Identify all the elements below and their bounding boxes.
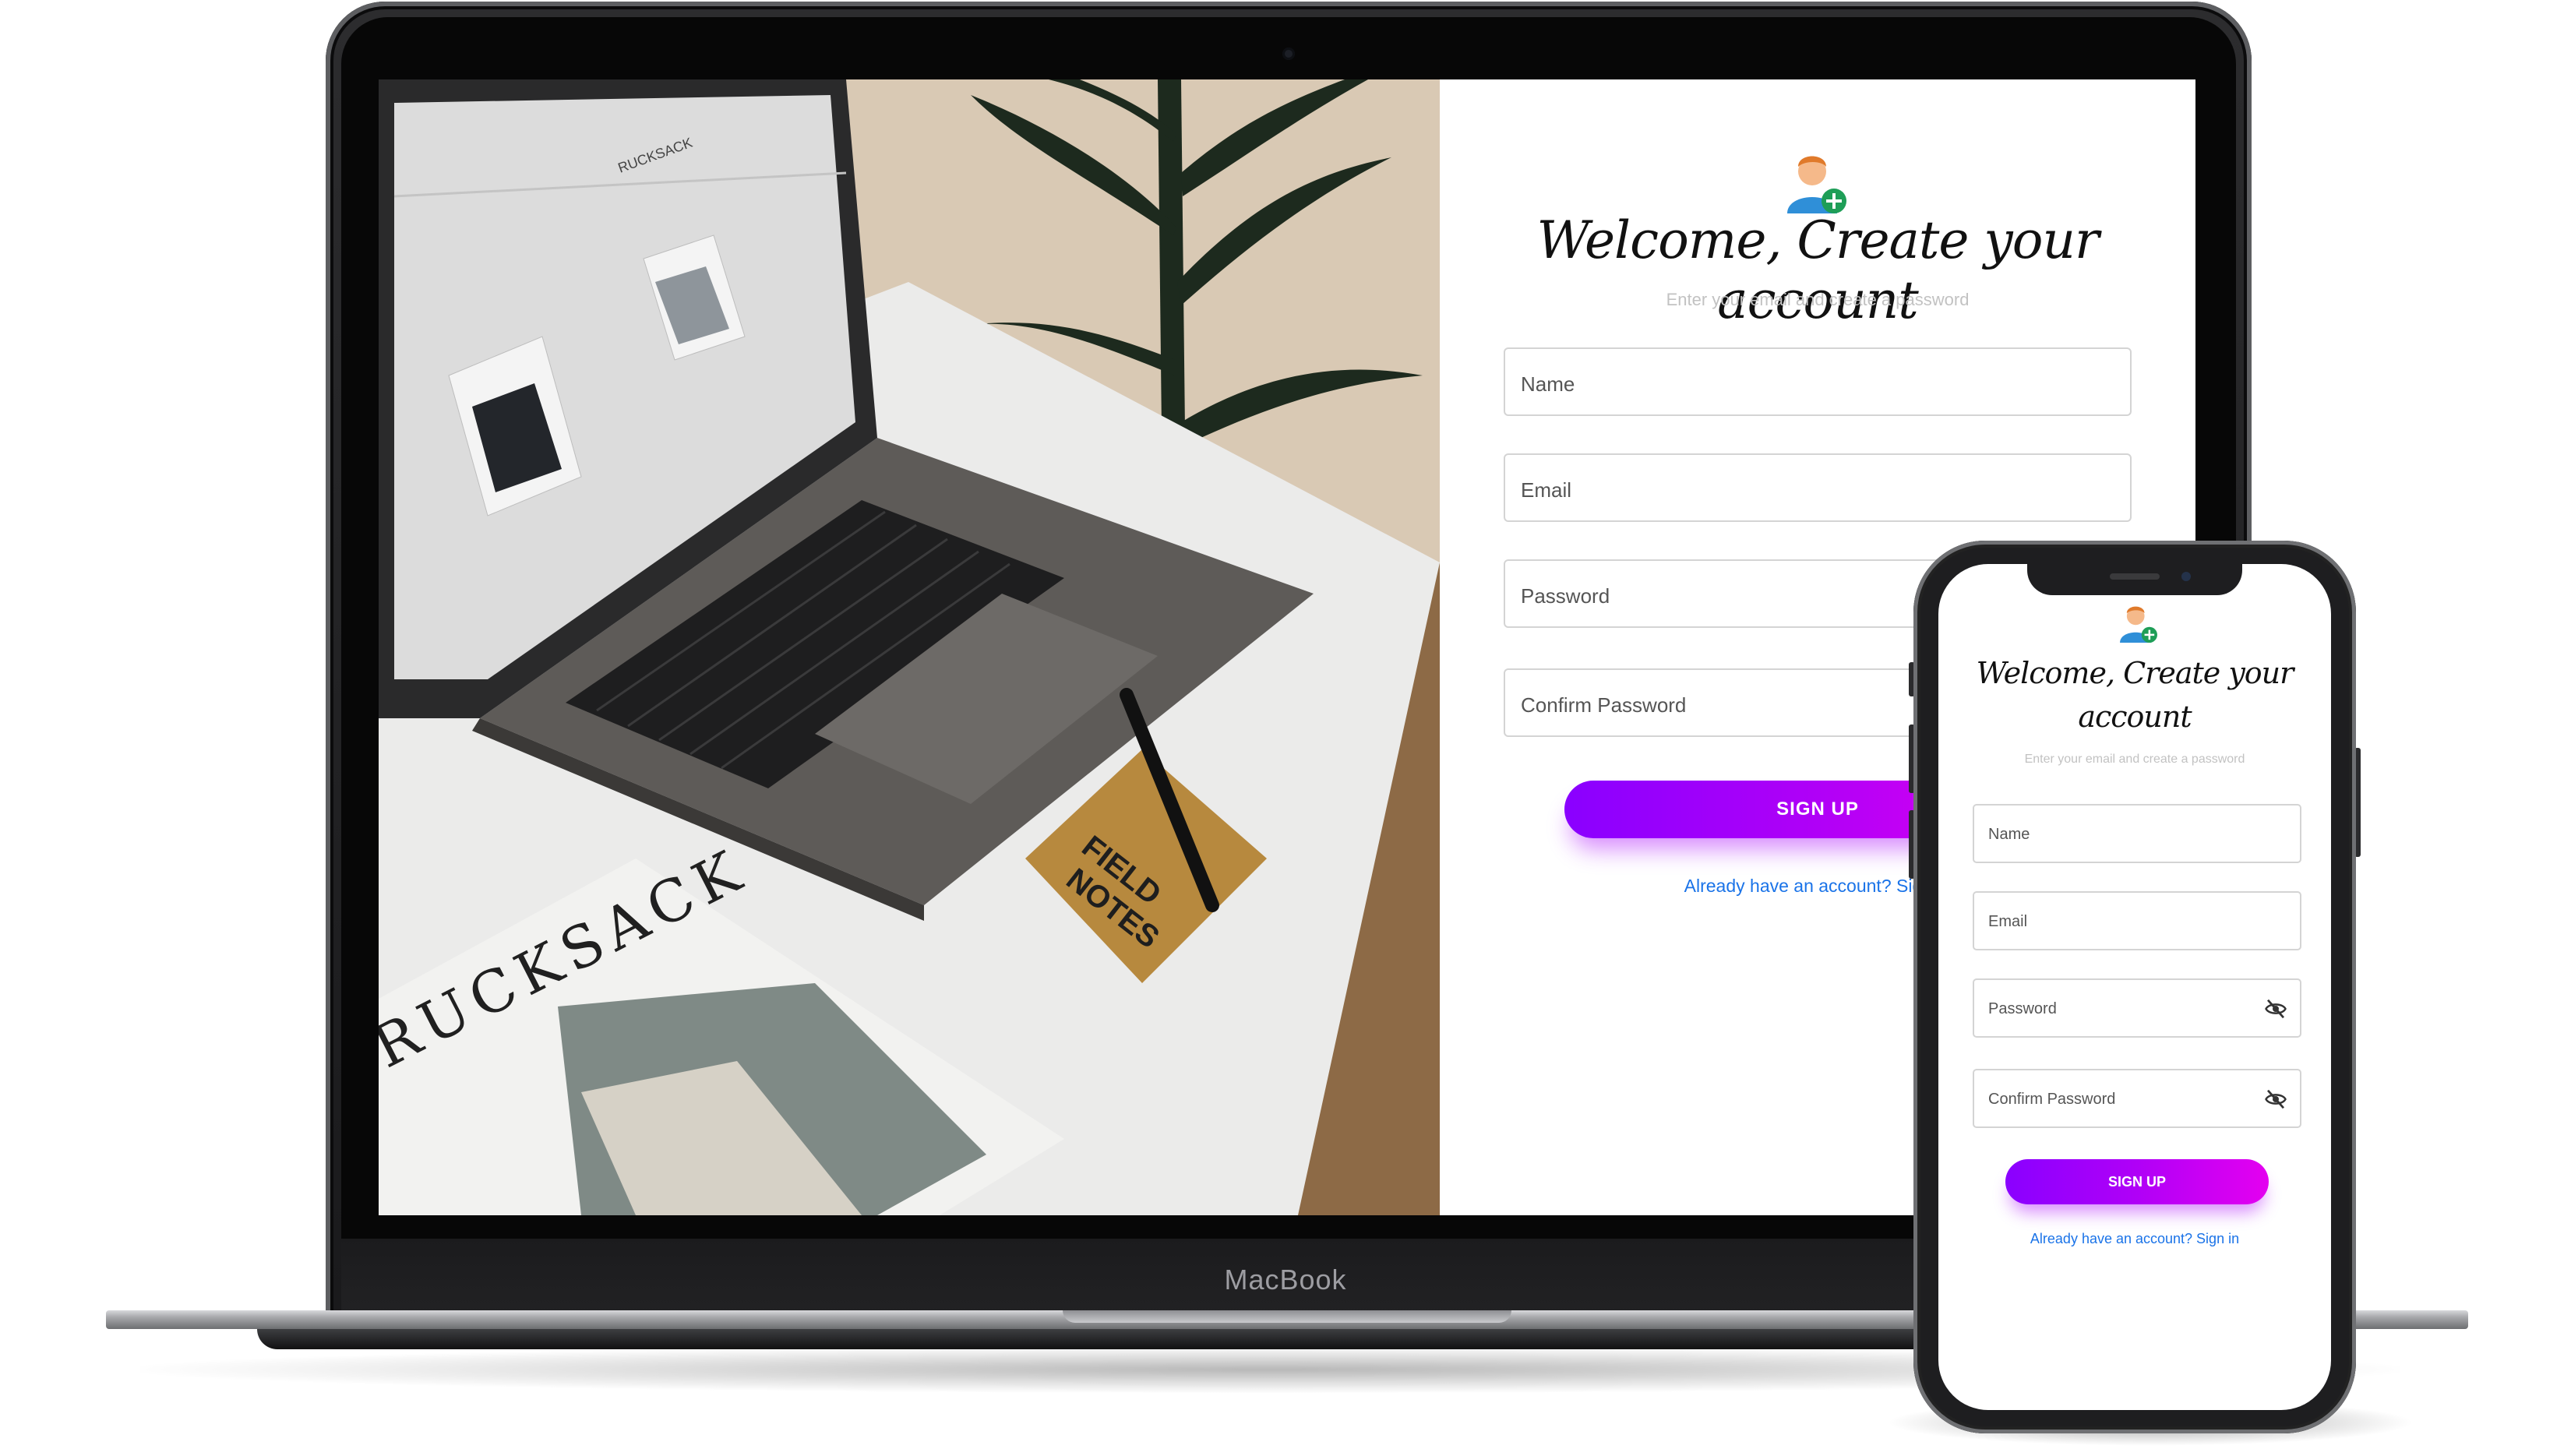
hero-photo: RUCKSACK FIELD NOTES RUCKSACK [379,79,1440,1215]
laptop-camera [1282,48,1295,60]
phone-notch [2027,564,2242,595]
user-add-icon [2120,606,2157,643]
page-title-line2: account [2078,700,2192,734]
signin-link[interactable]: Already have an account? Sign in [1938,1231,2331,1247]
hero-photo-illustration: RUCKSACK FIELD NOTES RUCKSACK [379,79,1440,1215]
page-title: Welcome, Create your account [1536,210,2099,330]
email-placeholder: Email [1988,913,2028,930]
email-field[interactable]: Email [1504,453,2132,522]
laptop-brand-label: MacBook [1224,1264,1347,1296]
confirm-password-placeholder: Confirm Password [1521,693,1687,717]
laptop-hinge-notch [1063,1310,1511,1323]
password-placeholder: Password [1521,584,1610,608]
confirm-password-field[interactable]: Confirm Password [1973,1069,2301,1128]
user-add-icon [1787,156,1846,213]
eye-off-icon[interactable] [2264,997,2287,1021]
page-subtitle: Enter your email and create a password [2024,753,2245,766]
email-placeholder: Email [1521,478,1572,502]
name-placeholder: Name [1521,372,1575,396]
signup-button[interactable]: SIGN UP [2005,1159,2269,1204]
name-field[interactable]: Name [1504,347,2132,416]
password-placeholder: Password [1988,1000,2057,1017]
phone-camera [2181,572,2191,581]
email-field[interactable]: Email [1973,891,2301,950]
password-field[interactable]: Password [1973,978,2301,1038]
name-field[interactable]: Name [1973,804,2301,863]
page-subtitle: Enter your email and create a password [1666,290,1970,309]
eye-off-icon[interactable] [2264,1088,2287,1111]
phone-screen: Welcome, Create your account Enter your … [1938,564,2331,1410]
confirm-password-placeholder: Confirm Password [1988,1091,2116,1108]
phone-speaker [2110,573,2160,580]
page-title: Welcome, Create your account [1962,651,2308,739]
page-title-line1: Welcome, Create your [1976,656,2294,690]
name-placeholder: Name [1988,826,2030,843]
